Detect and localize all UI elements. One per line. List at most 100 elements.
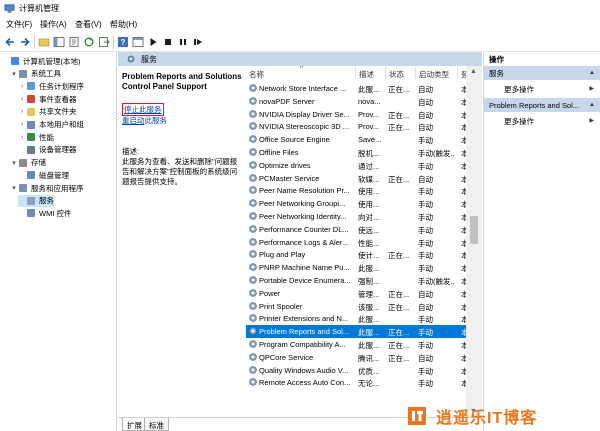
stop-service-icon[interactable] — [161, 35, 175, 49]
service-gear-icon — [249, 224, 257, 233]
pause-service-icon[interactable] — [176, 35, 190, 49]
expander-icon[interactable]: ▾ — [10, 70, 18, 78]
help-icon[interactable]: ? — [116, 35, 130, 49]
service-row[interactable]: Remote Access Auto Con... 无论... 手动本 — [246, 376, 469, 389]
expander-icon[interactable]: ▾ — [10, 184, 18, 192]
service-row[interactable]: Peer Networking Identity... 向对... 手动本 — [246, 210, 469, 223]
tree-item[interactable]: 设备管理器 — [18, 144, 77, 156]
tree-item[interactable]: › 共享文件夹 — [18, 106, 77, 118]
column-status[interactable]: 状态 — [389, 69, 404, 80]
service-gear-icon — [249, 160, 257, 169]
service-row[interactable]: Plug and Play 使计... 正在... 手动本 — [246, 248, 469, 261]
column-divider[interactable] — [355, 67, 356, 79]
service-row[interactable]: Network Store Interface ... 此服... 正在... 自动本 — [246, 82, 469, 95]
start-service-icon[interactable] — [146, 35, 160, 49]
menu-help[interactable]: 帮助(H) — [110, 19, 137, 30]
service-row[interactable]: NVIDIA Stereoscopic 3D ... Prov... 正在... 自动… — [246, 120, 469, 133]
service-row[interactable]: QPCore Service 腾讯... 正在... 自动本 — [246, 351, 469, 364]
tree-item[interactable]: › 事件查看器 — [18, 93, 77, 105]
service-row[interactable]: novaPDF Server nova... 自动本 — [246, 95, 469, 108]
tree-item[interactable]: ▾ 系统工具 — [10, 68, 61, 80]
more-actions-services[interactable]: 更多操作 — [504, 84, 534, 95]
menu-view[interactable]: 查看(V) — [75, 19, 102, 30]
service-startup-type: 自动 — [418, 123, 433, 133]
restart-service-icon[interactable] — [191, 35, 205, 49]
properties-icon[interactable] — [67, 35, 81, 49]
more-actions-selected[interactable]: 更多操作 — [504, 116, 534, 127]
service-row[interactable]: Peer Networking Groupi... 使用... 手动本 — [246, 197, 469, 210]
forward-icon[interactable] — [18, 35, 32, 49]
more-actions-label: 更多操作 — [504, 85, 534, 94]
service-row[interactable]: Offline Files 脱机... 手动(触发... 本 — [246, 146, 469, 159]
tree-item[interactable]: › 性能 — [18, 131, 54, 143]
actions-group-services[interactable]: 服务 ▲ — [484, 66, 600, 80]
service-description: 脱机... — [358, 149, 380, 158]
service-row[interactable]: Peer Name Resolution Pr... 使用... 手动本 — [246, 184, 469, 197]
expander-icon[interactable]: › — [18, 83, 26, 90]
column-divider[interactable] — [385, 67, 386, 79]
service-status: 正在... — [388, 85, 410, 94]
tree-item[interactable]: ▾ 存储 — [10, 157, 46, 169]
scroll-up-icon[interactable]: ▲ — [470, 68, 477, 75]
column-divider[interactable] — [415, 67, 416, 79]
service-row[interactable]: Portable Device Enumera... 强制... 手动(触发... 本 — [246, 274, 469, 287]
service-name: Performance Counter DL... — [259, 224, 349, 234]
expander-icon[interactable]: › — [18, 121, 26, 128]
service-name: Peer Name Resolution Pr... — [259, 186, 350, 196]
service-row[interactable]: NVIDIA Display Driver Se... Prov... 正在... 自… — [246, 108, 469, 121]
up-folder-icon[interactable] — [37, 35, 51, 49]
service-name: Quality Windows Audio V... — [259, 365, 349, 375]
service-description: 强制... — [358, 277, 380, 286]
service-row[interactable]: Printer Extensions and N... 此服... 手动本 — [246, 312, 469, 325]
tree-item[interactable]: › 本地用户和组 — [18, 119, 84, 131]
expander-icon[interactable]: › — [18, 134, 26, 141]
computer-management-icon — [4, 4, 15, 13]
scrollbar-thumb[interactable] — [470, 216, 478, 244]
restart-service-link[interactable]: 重启动此服务 — [122, 115, 167, 126]
console-icon[interactable] — [131, 35, 145, 49]
service-row[interactable]: Power 管理... 正在... 自动本 — [246, 287, 469, 300]
export-list-icon[interactable] — [97, 35, 111, 49]
tree-item[interactable]: WMI 控件 — [18, 207, 72, 219]
service-row[interactable]: PCMaster Service 软媒... 正在... 自动本 — [246, 172, 469, 185]
tree-item[interactable]: ▾ 服务和应用程序 — [10, 182, 83, 194]
column-startup-type[interactable]: 启动类型 — [419, 69, 449, 80]
service-row[interactable]: Performance Logs & Aler... 性能... 手动本 — [246, 236, 469, 249]
column-description[interactable]: 描述 — [359, 69, 374, 80]
menu-action[interactable]: 操作(A) — [40, 19, 67, 30]
refresh-icon[interactable] — [82, 35, 96, 49]
services-icon — [27, 196, 35, 205]
service-gear-icon — [249, 301, 257, 310]
column-divider[interactable] — [457, 67, 458, 79]
service-row[interactable]: Performance Counter DL... 使远... 手动本 — [246, 223, 469, 236]
service-startup-type: 手动 — [418, 238, 433, 248]
actions-pane: 操作 服务 ▲ 更多操作 ▶ Problem Reports and Sol..… — [483, 52, 600, 431]
collapse-arrow-icon[interactable]: ▲ — [589, 102, 595, 108]
expander-icon[interactable]: ▾ — [10, 159, 18, 167]
tree-item[interactable]: 服务 — [18, 194, 54, 207]
expander-icon[interactable]: › — [18, 108, 26, 115]
tree-item[interactable]: 计算机管理(本地) — [2, 55, 81, 67]
column-name[interactable]: 名称 — [249, 69, 264, 80]
tree-item[interactable]: › 任务计划程序 — [18, 80, 84, 92]
computer-icon — [11, 57, 19, 65]
tree-item[interactable]: 磁盘管理 — [18, 169, 69, 181]
show-tree-icon[interactable] — [52, 35, 66, 49]
service-row[interactable]: Program Compatibility A... 此服... 正在... 手动本 — [246, 338, 469, 351]
back-icon[interactable] — [3, 35, 17, 49]
service-description: Prov... — [358, 122, 380, 132]
menu-file[interactable]: 文件(F) — [6, 19, 32, 30]
expander-icon[interactable]: › — [18, 96, 26, 103]
service-row[interactable]: Optimize drives 通过... 手动本 — [246, 159, 469, 172]
tab-standard[interactable]: 标准 — [144, 418, 169, 431]
vertical-scrollbar[interactable]: ▲ ▼ — [466, 66, 482, 417]
service-row[interactable]: Print Spooler 该服... 正在... 自动本 — [246, 300, 469, 313]
actions-group-selected-service[interactable]: Problem Reports and Sol... ▲ — [484, 98, 600, 112]
tree-item-label: 系统工具 — [31, 69, 61, 79]
service-row[interactable]: Problem Reports and Sol... 此服... 正在... 手动本 — [246, 325, 469, 338]
collapse-arrow-icon[interactable]: ▲ — [589, 70, 595, 76]
service-row[interactable]: Office Source Engine Save... 手动本 — [246, 133, 469, 146]
service-row[interactable]: Quality Windows Audio V... 优质... 手动本 — [246, 364, 469, 377]
service-row[interactable]: PNRP Machine Name Pu... 此服... 手动本 — [246, 261, 469, 274]
service-description: 使远... — [358, 225, 380, 235]
